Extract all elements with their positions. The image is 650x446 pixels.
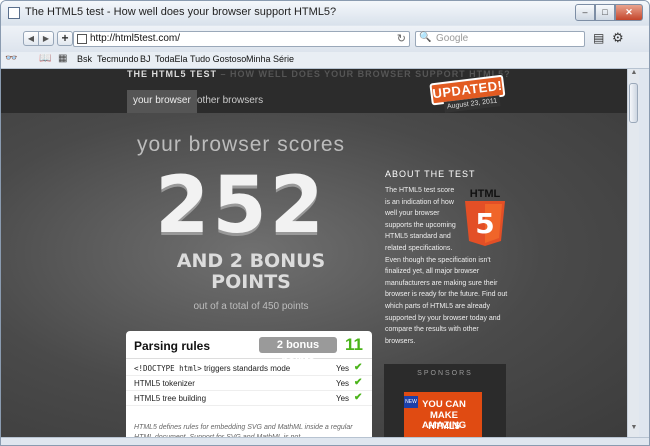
search-placeholder: Google bbox=[436, 33, 469, 44]
about-title: ABOUT THE TEST bbox=[385, 169, 476, 179]
scroll-thumb[interactable] bbox=[629, 83, 638, 123]
sponsor-ad[interactable]: NEW YOU CAN MAKE AMAZING HTML5 bbox=[404, 392, 482, 437]
navigation-toolbar: ◀ ▶ + http://html5test.com/ ↻ 🔍 Google ▤… bbox=[1, 26, 649, 52]
grid-icon[interactable]: ▦ bbox=[58, 53, 67, 64]
new-tab-button[interactable]: + bbox=[57, 31, 73, 46]
bookmark-bsk[interactable]: Bsk bbox=[77, 54, 92, 64]
parsing-rules-note: HTML5 defines rules for embedding SVG an… bbox=[134, 424, 353, 437]
updated-badge[interactable]: UPDATED! August 23, 2011 bbox=[429, 74, 506, 116]
maximize-button[interactable]: □ bbox=[595, 4, 615, 21]
vertical-scrollbar[interactable]: ▲ ▼ bbox=[627, 69, 639, 437]
row-label: <!DOCTYPE html> triggers standards mode bbox=[134, 364, 290, 373]
score-value: 252 bbox=[155, 161, 327, 251]
row-result: Yes bbox=[336, 379, 350, 388]
search-icon: 🔍 bbox=[419, 32, 432, 43]
ad-line-1: YOU CAN bbox=[422, 399, 466, 410]
tab-other-browsers[interactable]: other browsers bbox=[191, 90, 269, 113]
address-bar[interactable]: http://html5test.com/ ↻ bbox=[73, 31, 410, 47]
close-button[interactable]: ✕ bbox=[615, 4, 643, 21]
total-points-text: out of a total of 450 points bbox=[193, 301, 309, 312]
book-icon[interactable]: 📖 bbox=[39, 53, 51, 64]
site-title: THE HTML5 TEST – HOW WELL DOES YOUR BROW… bbox=[127, 69, 511, 79]
back-button[interactable]: ◀ bbox=[23, 31, 39, 46]
parsing-rules-title: Parsing rules bbox=[134, 339, 211, 353]
parsing-rules-header[interactable]: Parsing rules 2 bonus points 11 bbox=[126, 331, 372, 367]
check-icon: ✔ bbox=[354, 377, 363, 388]
tab-your-browser[interactable]: your browser bbox=[127, 90, 197, 113]
forward-button[interactable]: ▶ bbox=[38, 31, 54, 46]
sponsors-box: SPONSORS NEW YOU CAN MAKE AMAZING HTML5 bbox=[384, 364, 506, 437]
site-title-main: THE HTML5 TEST bbox=[127, 69, 217, 79]
scroll-up-arrow-icon[interactable]: ▲ bbox=[628, 69, 640, 81]
bonus-text: AND 2 BONUS POINTS bbox=[161, 251, 341, 293]
table-row: HTML5 tree building Yes ✔ bbox=[126, 391, 372, 406]
bonus-line-2: POINTS bbox=[211, 271, 291, 293]
bookmarks-bar: 👓 📖 ▦ Bsk Tecmundo BJ TodaEla Tudo Gosto… bbox=[1, 52, 649, 69]
parsing-rules-score: 11 bbox=[345, 335, 363, 354]
title-bar: The HTML5 test - How well does your brow… bbox=[1, 1, 649, 25]
reload-icon[interactable]: ↻ bbox=[397, 32, 406, 45]
ad-line-3: HTML5 bbox=[428, 421, 460, 432]
row-label: HTML5 tree building bbox=[134, 394, 206, 403]
html5-logo-label: HTML bbox=[470, 188, 501, 200]
site-header: THE HTML5 TEST – HOW WELL DOES YOUR BROW… bbox=[1, 69, 627, 113]
bookmark-tudo-gostoso[interactable]: Tudo Gostoso bbox=[190, 54, 246, 64]
scores-heading: your browser scores bbox=[137, 133, 346, 156]
scroll-down-arrow-icon[interactable]: ▼ bbox=[628, 424, 640, 436]
html5-logo-icon: HTML 5 bbox=[465, 188, 505, 246]
row-text: triggers standards mode bbox=[201, 364, 291, 373]
minimize-button[interactable]: – bbox=[575, 4, 595, 21]
row-result: Yes bbox=[336, 394, 350, 403]
bookmark-minha-serie[interactable]: Minha Série bbox=[246, 54, 294, 64]
site-title-sub: – HOW WELL DOES YOUR BROWSER SUPPORT HTM… bbox=[217, 69, 511, 79]
status-bar bbox=[1, 437, 649, 445]
page-favicon-icon bbox=[8, 7, 20, 19]
check-icon: ✔ bbox=[354, 362, 363, 373]
gear-icon[interactable]: ⚙ bbox=[612, 30, 624, 46]
address-url[interactable]: http://html5test.com/ bbox=[90, 33, 180, 44]
bonus-line-1: AND 2 BONUS bbox=[176, 250, 326, 272]
bookmark-bj[interactable]: BJ bbox=[140, 54, 151, 64]
page-menu-icon[interactable]: ▤ bbox=[593, 31, 604, 45]
bookmark-tecmundo[interactable]: Tecmundo bbox=[97, 54, 139, 64]
about-text: HTML 5 The HTML5 test score is an indica… bbox=[385, 185, 509, 347]
check-icon: ✔ bbox=[354, 392, 363, 403]
search-input[interactable]: 🔍 Google bbox=[415, 31, 585, 47]
table-row: <!DOCTYPE html> triggers standards mode … bbox=[126, 361, 372, 376]
page-content: THE HTML5 TEST – HOW WELL DOES YOUR BROW… bbox=[1, 69, 627, 437]
html5-logo-number: 5 bbox=[475, 207, 494, 240]
window-title: The HTML5 test - How well does your brow… bbox=[25, 6, 337, 18]
row-text: HTML5 tokenizer bbox=[134, 379, 195, 388]
bonus-points-badge: 2 bonus points bbox=[259, 337, 337, 367]
row-text: HTML5 tree building bbox=[134, 394, 207, 403]
row-result: Yes bbox=[336, 364, 350, 373]
row-label: HTML5 tokenizer bbox=[134, 379, 195, 388]
browser-window: The HTML5 test - How well does your brow… bbox=[0, 0, 650, 446]
bookmark-todaela[interactable]: TodaEla bbox=[155, 54, 188, 64]
score-section: your browser scores 252 AND 2 BONUS POIN… bbox=[1, 113, 627, 437]
site-icon bbox=[77, 34, 87, 44]
glasses-icon[interactable]: 👓 bbox=[5, 53, 17, 64]
row-code: <!DOCTYPE html> bbox=[134, 364, 202, 373]
table-row: HTML5 tokenizer Yes ✔ bbox=[126, 376, 372, 391]
sponsors-label: SPONSORS bbox=[417, 370, 473, 377]
parsing-rules-card: Parsing rules 2 bonus points 11 <!DOCTYP… bbox=[126, 331, 372, 437]
